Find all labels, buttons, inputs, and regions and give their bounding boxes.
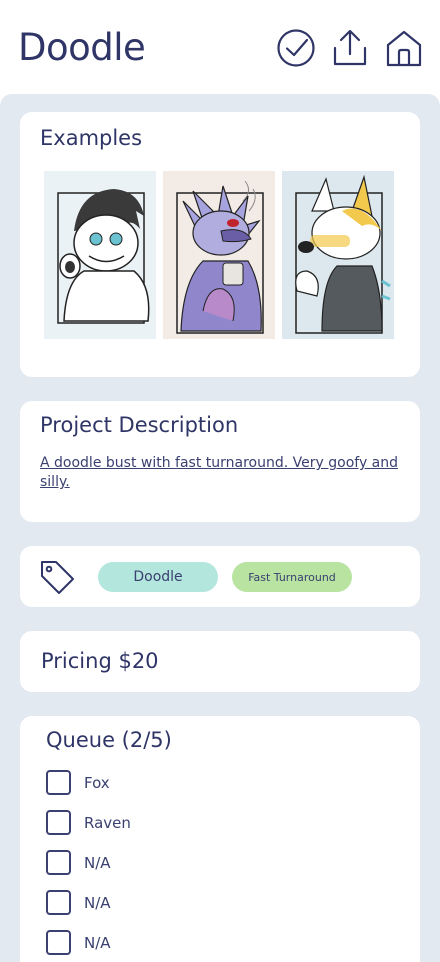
tag-fast-turnaround[interactable]: Fast Turnaround <box>232 562 352 592</box>
description-title: Project Description <box>40 413 239 437</box>
queue-title: Queue (2/5) <box>46 728 172 752</box>
check-circle-icon[interactable] <box>276 28 316 68</box>
queue-checkbox-1[interactable] <box>46 770 71 795</box>
home-icon[interactable] <box>384 28 424 68</box>
example-image-2[interactable] <box>163 171 275 339</box>
example-image-3[interactable] <box>282 171 394 339</box>
queue-checkbox-5[interactable] <box>46 930 71 955</box>
app-header: Doodle <box>0 0 440 94</box>
examples-card: Examples <box>20 112 420 377</box>
queue-item-label: N/A <box>84 854 111 872</box>
queue-checkbox-3[interactable] <box>46 850 71 875</box>
queue-item-label: Fox <box>84 774 110 792</box>
tags-card: Doodle Fast Turnaround <box>20 546 420 607</box>
pricing-text: Pricing $20 <box>41 649 159 673</box>
page-title: Doodle <box>18 26 146 69</box>
content-area: Examples Project Description A doodle bu… <box>0 94 440 962</box>
description-text[interactable]: A doodle bust with fast turnaround. Very… <box>40 454 400 492</box>
share-icon[interactable] <box>330 28 370 68</box>
tag-fast-turnaround-label: Fast Turnaround <box>248 570 336 584</box>
queue-card: Queue (2/5) Fox Raven N/A N/A N/A <box>20 716 420 962</box>
examples-title: Examples <box>40 126 143 150</box>
pricing-card: Pricing $20 <box>20 631 420 692</box>
queue-item-label: N/A <box>84 934 111 952</box>
tag-doodle-label: Doodle <box>133 569 183 585</box>
queue-item-label: N/A <box>84 894 111 912</box>
queue-checkbox-4[interactable] <box>46 890 71 915</box>
tag-doodle[interactable]: Doodle <box>98 562 218 592</box>
example-image-1[interactable] <box>44 171 156 339</box>
description-card: Project Description A doodle bust with f… <box>20 401 420 522</box>
queue-item-label: Raven <box>84 814 131 832</box>
tag-icon <box>39 559 75 595</box>
queue-checkbox-2[interactable] <box>46 810 71 835</box>
